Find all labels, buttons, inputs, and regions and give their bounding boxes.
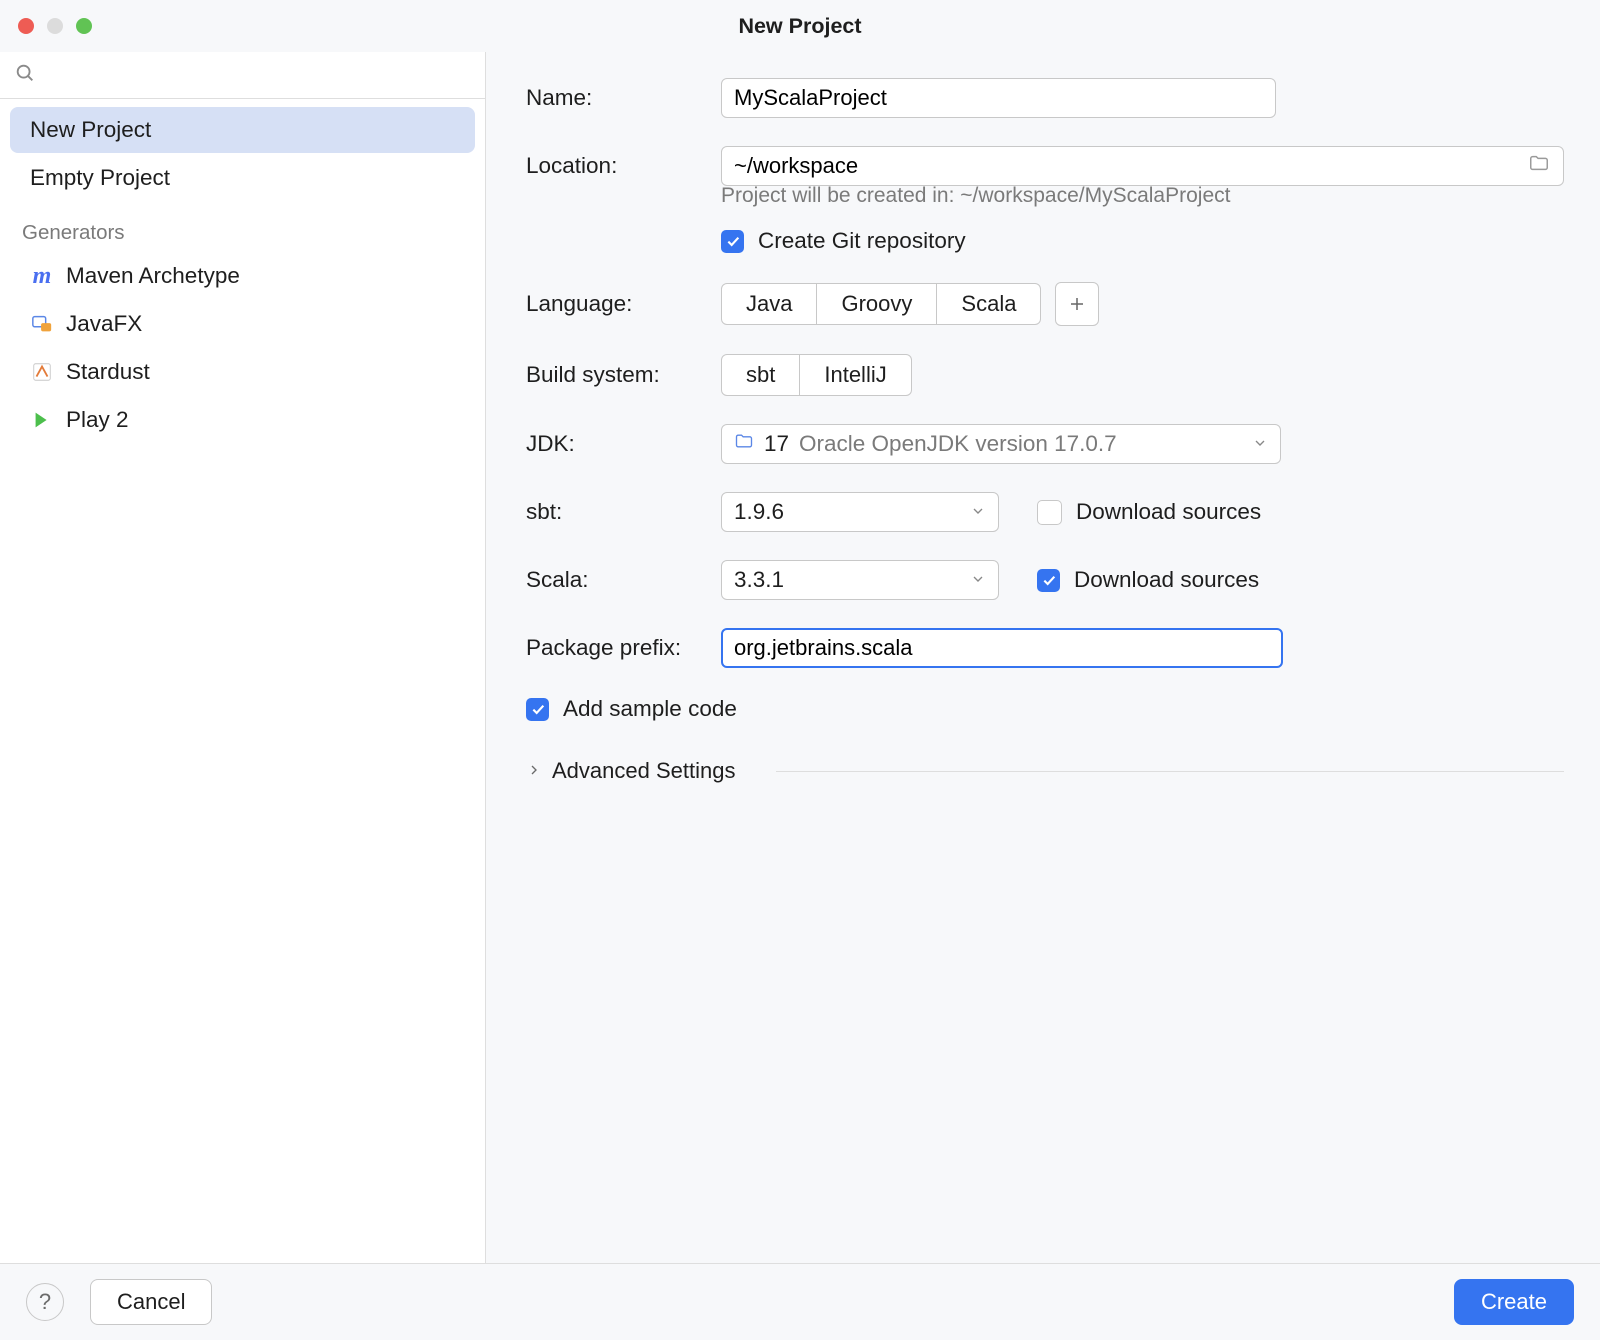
sidebar-item-empty-project[interactable]: Empty Project bbox=[10, 155, 475, 201]
add-language-button[interactable] bbox=[1055, 282, 1099, 326]
jdk-select[interactable]: 17 Oracle OpenJDK version 17.0.7 bbox=[721, 424, 1281, 464]
git-checkbox[interactable] bbox=[721, 230, 744, 253]
git-checkbox-row[interactable]: Create Git repository bbox=[721, 228, 966, 254]
cancel-button[interactable]: Cancel bbox=[90, 1279, 212, 1325]
maven-icon: m bbox=[30, 264, 54, 288]
new-project-dialog: New Project New Project Empty Project bbox=[0, 0, 1600, 1340]
language-segmented: Java Groovy Scala bbox=[721, 283, 1041, 325]
zoom-window-button[interactable] bbox=[76, 18, 92, 34]
sidebar-generators-heading: Generators bbox=[0, 203, 485, 251]
javafx-icon bbox=[30, 312, 54, 336]
sbt-download-checkbox[interactable] bbox=[1037, 500, 1062, 525]
sidebar-search[interactable] bbox=[0, 52, 485, 99]
build-label: Build system: bbox=[526, 362, 721, 388]
language-label: Language: bbox=[526, 291, 721, 317]
chevron-down-icon bbox=[970, 499, 986, 525]
language-option-scala[interactable]: Scala bbox=[937, 283, 1041, 325]
scala-download-row[interactable]: Download sources bbox=[1037, 567, 1259, 593]
titlebar: New Project bbox=[0, 0, 1600, 52]
stardust-icon bbox=[30, 360, 54, 384]
location-hint: Project will be created in: ~/workspace/… bbox=[721, 184, 1564, 208]
chevron-right-icon bbox=[526, 758, 542, 784]
scala-value: 3.3.1 bbox=[734, 567, 784, 593]
sidebar-item-new-project[interactable]: New Project bbox=[10, 107, 475, 153]
location-input[interactable] bbox=[721, 146, 1564, 186]
location-label: Location: bbox=[526, 153, 721, 179]
jdk-folder-icon bbox=[734, 431, 754, 457]
sidebar-item-label: JavaFX bbox=[66, 311, 142, 337]
sample-code-checkbox[interactable] bbox=[526, 698, 549, 721]
create-button[interactable]: Create bbox=[1454, 1279, 1574, 1325]
scala-download-checkbox[interactable] bbox=[1037, 569, 1060, 592]
sidebar-item-label: Play 2 bbox=[66, 407, 129, 433]
language-option-java[interactable]: Java bbox=[721, 283, 817, 325]
name-label: Name: bbox=[526, 85, 721, 111]
sidebar-item-stardust[interactable]: Stardust bbox=[10, 349, 475, 395]
package-prefix-label: Package prefix: bbox=[526, 635, 721, 661]
build-segmented: sbt IntelliJ bbox=[721, 354, 912, 396]
scala-select[interactable]: 3.3.1 bbox=[721, 560, 999, 600]
build-option-sbt[interactable]: sbt bbox=[721, 354, 800, 396]
help-icon: ? bbox=[39, 1289, 51, 1315]
name-input[interactable] bbox=[721, 78, 1276, 118]
sidebar-item-javafx[interactable]: JavaFX bbox=[10, 301, 475, 347]
window-controls bbox=[18, 18, 92, 34]
jdk-label: JDK: bbox=[526, 431, 721, 457]
browse-folder-icon[interactable] bbox=[1528, 152, 1550, 180]
git-checkbox-label: Create Git repository bbox=[758, 228, 966, 254]
build-option-intellij[interactable]: IntelliJ bbox=[800, 354, 911, 396]
package-prefix-input[interactable] bbox=[721, 628, 1283, 668]
window-title: New Project bbox=[0, 14, 1600, 39]
minimize-window-button[interactable] bbox=[47, 18, 63, 34]
sbt-download-row[interactable]: Download sources bbox=[1037, 499, 1261, 525]
jdk-version: 17 bbox=[764, 431, 789, 457]
sbt-select[interactable]: 1.9.6 bbox=[721, 492, 999, 532]
sbt-download-label: Download sources bbox=[1076, 499, 1261, 525]
close-window-button[interactable] bbox=[18, 18, 34, 34]
chevron-down-icon bbox=[970, 567, 986, 593]
chevron-down-icon bbox=[1252, 431, 1268, 457]
sidebar: New Project Empty Project Generators m M… bbox=[0, 52, 486, 1263]
sidebar-item-label: Empty Project bbox=[30, 165, 170, 191]
scala-download-label: Download sources bbox=[1074, 567, 1259, 593]
scala-label: Scala: bbox=[526, 567, 721, 593]
sidebar-item-label: Stardust bbox=[66, 359, 150, 385]
sidebar-item-label: New Project bbox=[30, 117, 151, 143]
play-icon bbox=[30, 408, 54, 432]
dialog-footer: ? Cancel Create bbox=[0, 1263, 1600, 1340]
language-option-groovy[interactable]: Groovy bbox=[817, 283, 937, 325]
sidebar-search-input[interactable] bbox=[46, 63, 471, 89]
sidebar-item-label: Maven Archetype bbox=[66, 263, 240, 289]
search-icon bbox=[14, 62, 36, 90]
sbt-value: 1.9.6 bbox=[734, 499, 784, 525]
sample-code-label: Add sample code bbox=[563, 696, 737, 722]
advanced-settings-toggle[interactable]: Advanced Settings bbox=[526, 750, 1564, 793]
sbt-label: sbt: bbox=[526, 499, 721, 525]
advanced-settings-label: Advanced Settings bbox=[552, 758, 735, 784]
sidebar-item-maven-archetype[interactable]: m Maven Archetype bbox=[10, 253, 475, 299]
jdk-desc: Oracle OpenJDK version 17.0.7 bbox=[799, 431, 1117, 457]
project-form: Name: Location: Project will be created … bbox=[486, 52, 1600, 1263]
sample-code-row[interactable]: Add sample code bbox=[526, 696, 737, 722]
sidebar-item-play2[interactable]: Play 2 bbox=[10, 397, 475, 443]
help-button[interactable]: ? bbox=[26, 1283, 64, 1321]
